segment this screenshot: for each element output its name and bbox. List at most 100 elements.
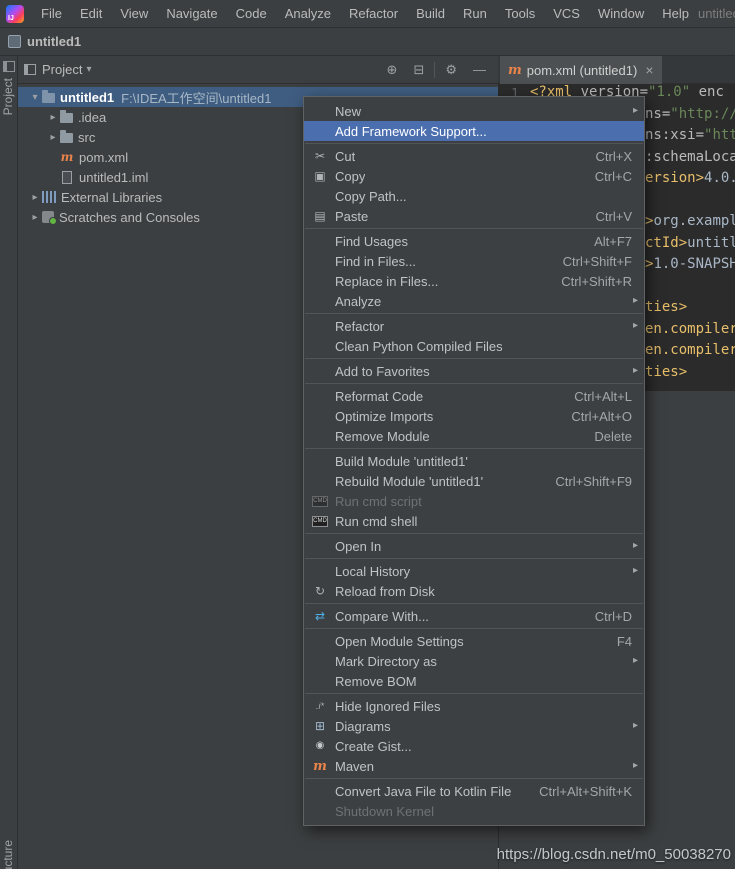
close-icon[interactable]: × <box>645 62 653 78</box>
tree-item-label: untitled1 <box>60 90 114 105</box>
menu-item-shortcut: Ctrl+Shift+F <box>563 254 632 269</box>
menu-item-cut[interactable]: ✂CutCtrl+X <box>304 146 644 166</box>
menu-item-create-gist[interactable]: ◉Create Gist... <box>304 736 644 756</box>
code-line-fragment: ns="http:// <box>645 106 735 122</box>
menu-item-add-framework-support[interactable]: Add Framework Support... <box>304 121 644 141</box>
menubar-item-refactor[interactable]: Refactor <box>340 0 407 27</box>
menubar-item-build[interactable]: Build <box>407 0 454 27</box>
gear-icon[interactable]: ⚙ <box>439 62 463 78</box>
menu-item-label: Optimize Imports <box>335 409 433 424</box>
menu-item-label: Run cmd shell <box>335 514 417 529</box>
stripe-label-project[interactable]: Project <box>1 78 17 115</box>
menu-item-label: Open In <box>335 539 381 554</box>
menubar-item-analyze[interactable]: Analyze <box>276 0 340 27</box>
menu-item-new[interactable]: New▸ <box>304 101 644 121</box>
menu-separator <box>305 358 643 359</box>
menu-item-run-cmd-shell[interactable]: CMDRun cmd shell <box>304 511 644 531</box>
menubar-item-window[interactable]: Window <box>589 0 653 27</box>
menu-item-open-in[interactable]: Open In ▸ <box>304 536 644 556</box>
menu-item-copy[interactable]: ▣CopyCtrl+C <box>304 166 644 186</box>
locate-file-icon[interactable]: ⊕ <box>381 62 404 78</box>
menu-separator <box>305 383 643 384</box>
menu-item-reformat-code[interactable]: Reformat CodeCtrl+Alt+L <box>304 386 644 406</box>
menu-item-find-in-files[interactable]: Find in Files...Ctrl+Shift+F <box>304 251 644 271</box>
menu-item-find-usages[interactable]: Find UsagesAlt+F7 <box>304 231 644 251</box>
menu-item-hide-ignored-files[interactable]: .i*Hide Ignored Files <box>304 696 644 716</box>
menu-separator <box>305 313 643 314</box>
menu-item-label: Analyze <box>335 294 381 309</box>
menu-item-mark-directory-as[interactable]: Mark Directory as▸ <box>304 651 644 671</box>
navigation-bar: untitled1 <box>0 28 735 56</box>
menu-item-label: Cut <box>335 149 355 164</box>
menu-item-copy-path[interactable]: Copy Path... <box>304 186 644 206</box>
folder-icon <box>60 133 73 143</box>
menu-item-rebuild-module-untitled1[interactable]: Rebuild Module 'untitled1'Ctrl+Shift+F9 <box>304 471 644 491</box>
chevron-down-icon[interactable]: ▾ <box>86 64 91 75</box>
hide-panel-icon[interactable]: — <box>467 62 492 77</box>
menubar-item-vcs[interactable]: VCS <box>544 0 589 27</box>
menu-item-shortcut: Ctrl+Shift+R <box>561 274 632 289</box>
menubar-item-navigate[interactable]: Navigate <box>157 0 226 27</box>
tool-window-icon <box>24 64 36 75</box>
menu-item-compare-with[interactable]: ⇄Compare With...Ctrl+D <box>304 606 644 626</box>
chevron-right-icon[interactable]: ▸ <box>46 132 60 143</box>
code-line-fragment: ersion>4.0.0 <box>645 170 735 186</box>
menubar-item-help[interactable]: Help <box>653 0 698 27</box>
menu-item-add-to-favorites[interactable]: Add to Favorites▸ <box>304 361 644 381</box>
menu-item-optimize-imports[interactable]: Optimize ImportsCtrl+Alt+O <box>304 406 644 426</box>
menu-item-build-module-untitled1[interactable]: Build Module 'untitled1' <box>304 451 644 471</box>
context-menu: New▸Add Framework Support...✂CutCtrl+X▣C… <box>303 96 645 826</box>
menu-item-shortcut: F4 <box>617 634 632 649</box>
menu-item-remove-bom[interactable]: Remove BOM <box>304 671 644 691</box>
gist-icon: ◉ <box>311 739 329 753</box>
menu-item-refactor[interactable]: Refactor▸ <box>304 316 644 336</box>
chevron-down-icon[interactable]: ▾ <box>28 92 42 103</box>
menubar-item-view[interactable]: View <box>111 0 157 27</box>
code-token-tag: ties> <box>645 364 687 380</box>
copy-icon: ▣ <box>311 169 329 183</box>
menu-item-label: Rebuild Module 'untitled1' <box>335 474 483 489</box>
menu-item-paste[interactable]: ▤PasteCtrl+V <box>304 206 644 226</box>
menu-item-convert-java-file-to-kotlin-file[interactable]: Convert Java File to Kotlin FileCtrl+Alt… <box>304 781 644 801</box>
chevron-right-icon[interactable]: ▸ <box>28 212 42 223</box>
library-icon <box>42 191 56 203</box>
menu-item-shortcut: Alt+F7 <box>594 234 632 249</box>
menu-item-reload-from-disk[interactable]: ↻Reload from Disk <box>304 581 644 601</box>
menu-item-remove-module[interactable]: Remove ModuleDelete <box>304 426 644 446</box>
submenu-arrow-icon: ▸ <box>633 540 638 551</box>
menubar-item-tools[interactable]: Tools <box>496 0 544 27</box>
menu-item-label: Local History <box>335 564 410 579</box>
menu-item-analyze[interactable]: Analyze▸ <box>304 291 644 311</box>
maven-icon: m <box>311 759 329 773</box>
editor-tab-pom[interactable]: m pom.xml (untitled1) × <box>500 56 662 84</box>
menubar-item-run[interactable]: Run <box>454 0 496 27</box>
menu-separator <box>305 533 643 534</box>
code-token-attr: enc <box>690 84 724 100</box>
tree-item-label: untitled1.iml <box>79 170 148 185</box>
menu-item-replace-in-files[interactable]: Replace in Files...Ctrl+Shift+R <box>304 271 644 291</box>
hide-ignored-icon: .i* <box>311 699 329 713</box>
menubar-item-edit[interactable]: Edit <box>71 0 111 27</box>
menu-item-shortcut: Ctrl+X <box>596 149 632 164</box>
menubar-item-file[interactable]: File <box>32 0 71 27</box>
stripe-label-structure[interactable]: ucture <box>1 840 17 869</box>
menu-item-local-history[interactable]: Local History▸ <box>304 561 644 581</box>
menubar-item-code[interactable]: Code <box>227 0 276 27</box>
project-panel-title[interactable]: Project <box>42 62 82 77</box>
menu-separator <box>305 778 643 779</box>
menu-item-clean-python-compiled-files[interactable]: Clean Python Compiled Files <box>304 336 644 356</box>
menu-separator <box>305 603 643 604</box>
chevron-right-icon[interactable]: ▸ <box>28 192 42 203</box>
code-line-fragment: en.compiler <box>645 321 735 337</box>
chevron-right-icon[interactable]: ▸ <box>46 112 60 123</box>
compare-icon: ⇄ <box>311 609 329 623</box>
breadcrumb-project[interactable]: untitled1 <box>27 34 81 49</box>
code-token-text: untitle <box>687 235 735 251</box>
menu-item-maven[interactable]: mMaven▸ <box>304 756 644 776</box>
project-tool-icon[interactable] <box>3 61 15 72</box>
project-panel-header: Project ▾ ⊕ ⊟ ⚙ — <box>18 56 498 84</box>
collapse-all-icon[interactable]: ⊟ <box>407 62 430 78</box>
menu-item-open-module-settings[interactable]: Open Module SettingsF4 <box>304 631 644 651</box>
menu-item-diagrams[interactable]: ⊞Diagrams▸ <box>304 716 644 736</box>
menu-item-label: Diagrams <box>335 719 391 734</box>
